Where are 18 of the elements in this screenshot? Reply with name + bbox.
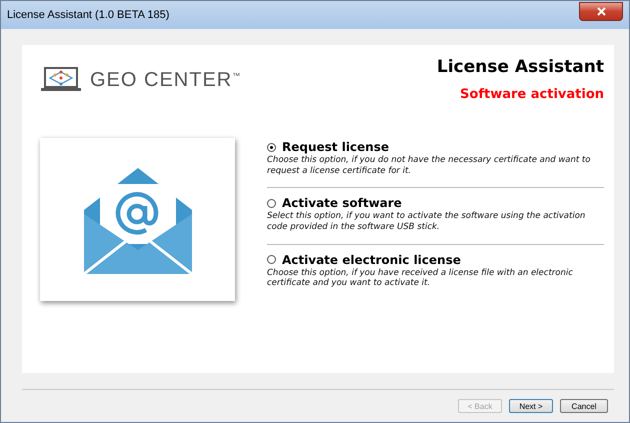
- option-description: Choose this option, if you have received a license file with an electronic certificate and you want to activate it.: [267, 268, 574, 289]
- radio-option[interactable]: Activate software: [267, 196, 604, 210]
- logo-text: GEO CENTER$^{™}$: [90, 68, 242, 92]
- laptop-icon: [40, 67, 82, 93]
- window-title: License Assistant (1.0 BETA 185): [7, 9, 170, 21]
- option-description: Choose this option, if you do not have the necessary certificate and want to request a license certificate for it.: [267, 155, 592, 176]
- dialog-title: License Assistant: [436, 57, 604, 77]
- radio-icon[interactable]: [267, 255, 276, 264]
- radio-option[interactable]: Request license: [267, 140, 604, 154]
- wizard-button[interactable]: Cancel: [560, 399, 608, 413]
- close-icon: [596, 6, 606, 16]
- option-description: Select this option, if you want to activate the software using the activation code provided in the software USB stick.: [267, 211, 586, 232]
- radio-icon[interactable]: [267, 142, 276, 152]
- wizard-button[interactable]: Next >: [509, 399, 553, 413]
- radio-option[interactable]: Activate electronic license: [267, 252, 604, 266]
- radio-icon[interactable]: [267, 198, 276, 208]
- dialog-subtitle: Software activation: [460, 87, 604, 102]
- close-button[interactable]: [579, 2, 623, 20]
